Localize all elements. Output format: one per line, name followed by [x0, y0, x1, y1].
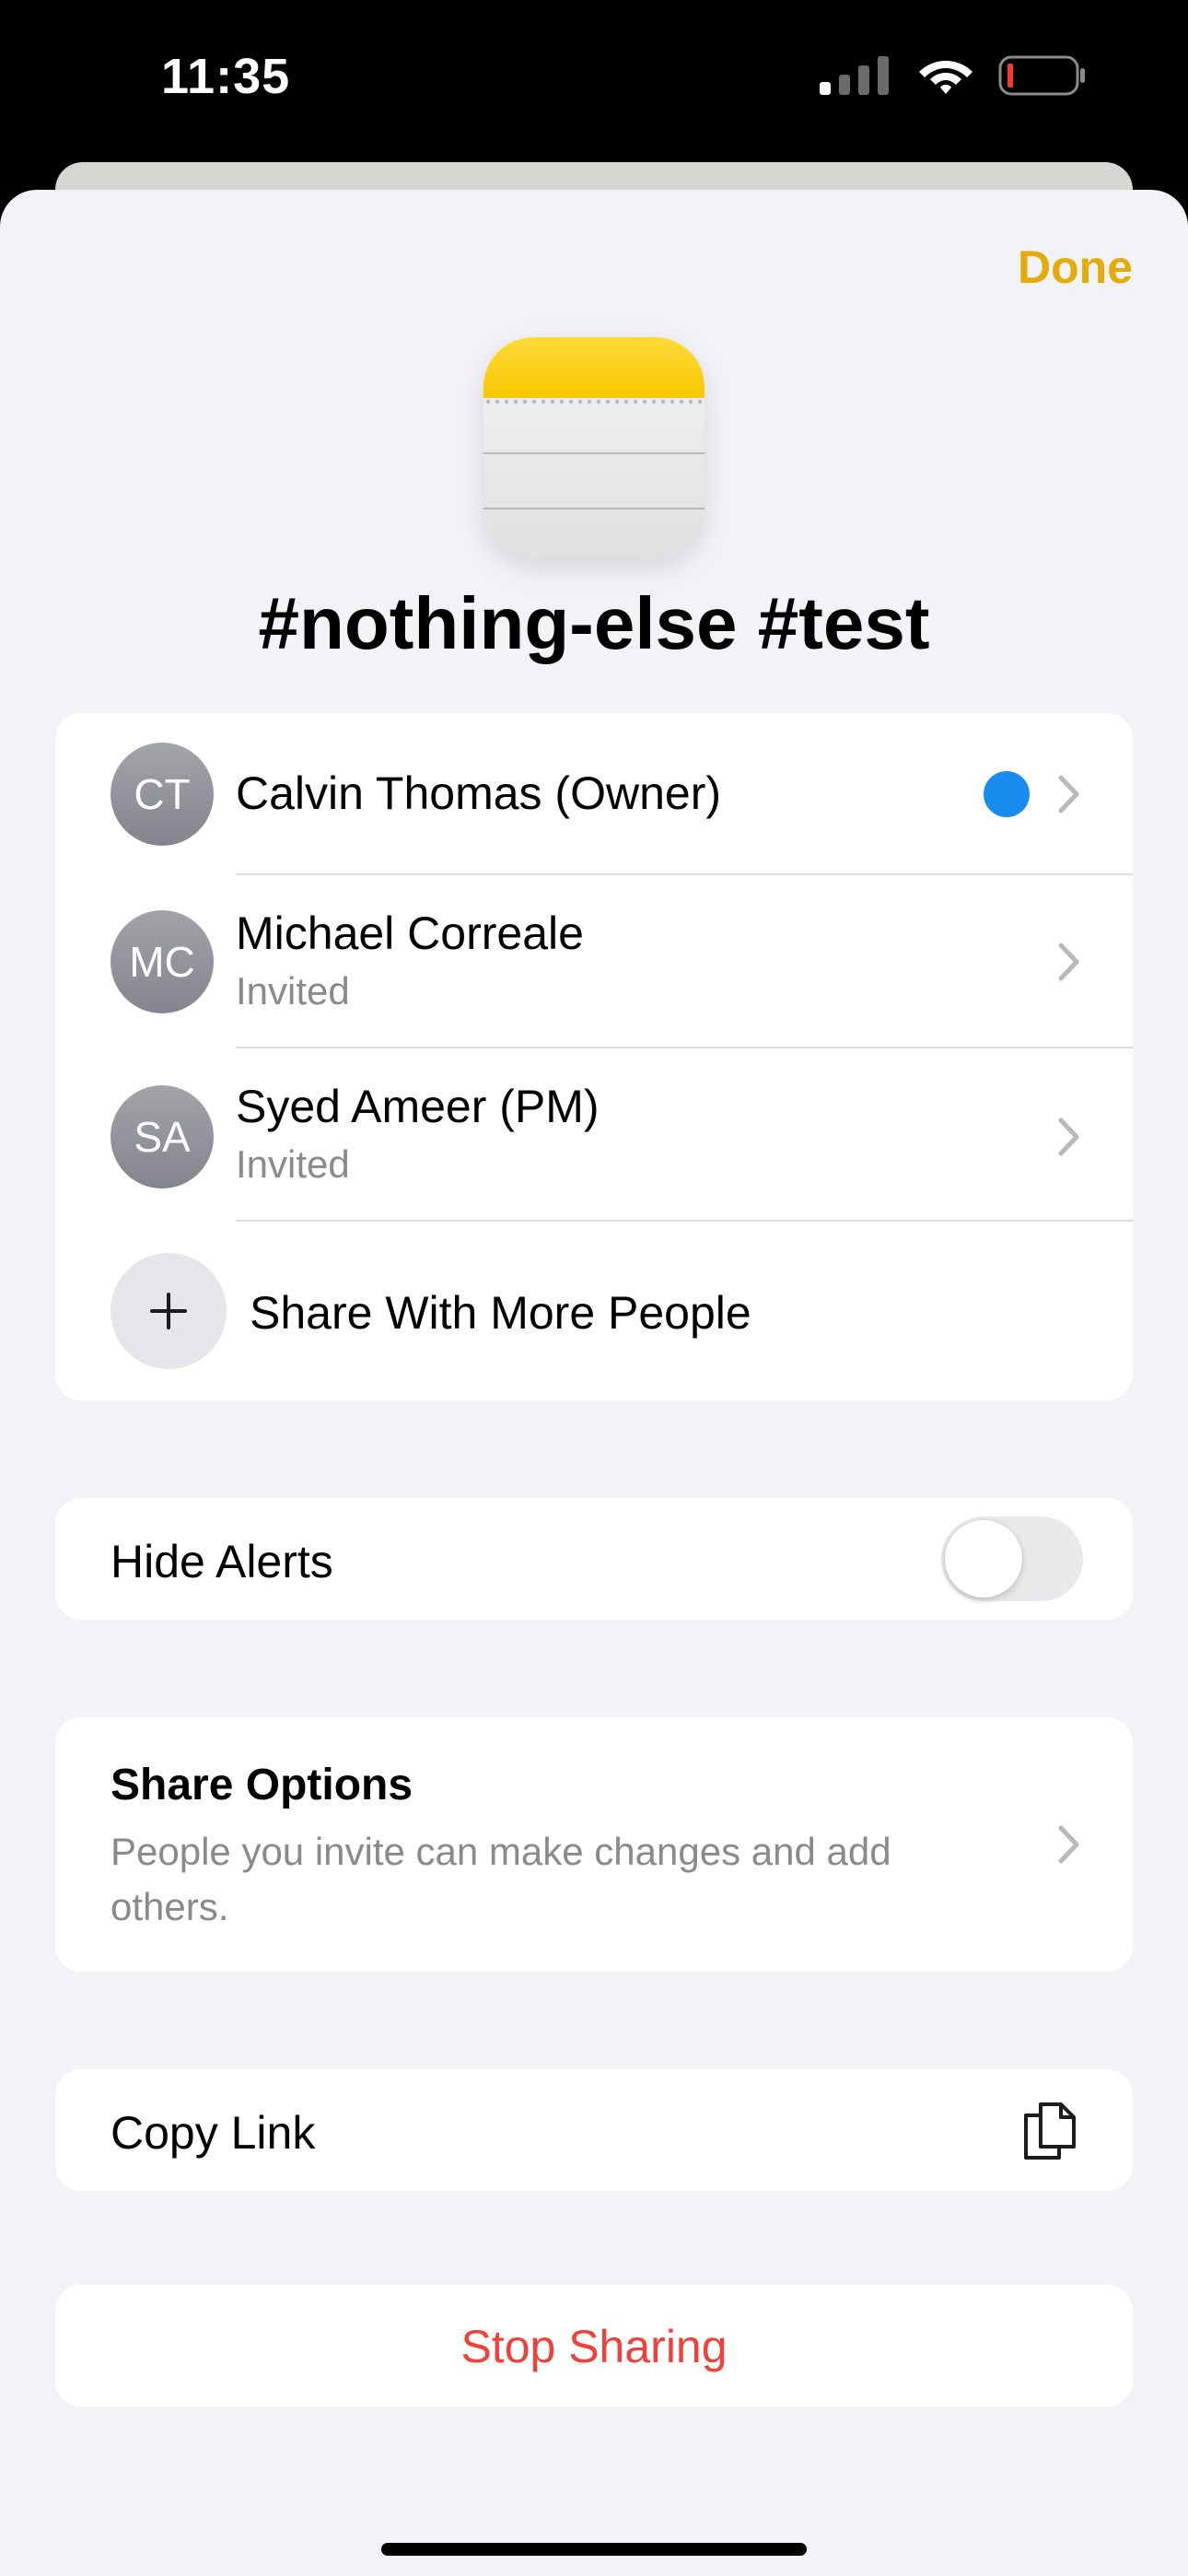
status-time: 11:35 [161, 49, 291, 104]
copy-documents-icon [1024, 2102, 1076, 2160]
copy-link-label: Copy Link [111, 2107, 316, 2159]
participants-card: CT Calvin Thomas (Owner) MC Michael Corr… [55, 713, 1133, 1400]
hide-alerts-toggle[interactable] [941, 1516, 1083, 1601]
stop-sharing-button[interactable]: Stop Sharing [55, 2285, 1133, 2406]
avatar: MC [111, 910, 214, 1013]
add-person-icon-circle [111, 1253, 227, 1369]
share-options-row[interactable]: Share Options People you invite can make… [55, 1717, 1133, 1972]
wifi-icon [919, 61, 973, 94]
participant-name: Michael Correale [236, 907, 584, 959]
notes-app-icon [483, 337, 705, 558]
participant-name: Syed Ameer (PM) [236, 1081, 600, 1132]
chevron-right-icon [1058, 1825, 1079, 1864]
hide-alerts-label: Hide Alerts [111, 1536, 333, 1587]
participant-name: Calvin Thomas (Owner) [236, 767, 722, 819]
copy-link-button[interactable]: Copy Link [55, 2069, 1133, 2191]
share-with-more-people-label: Share With More People [250, 1287, 751, 1339]
avatar: CT [111, 743, 214, 846]
participant-status: Invited [236, 969, 350, 1013]
battery-low-icon [998, 55, 1085, 96]
share-sheet: Done #nothing-else #test CT Calvin Thoma… [0, 190, 1188, 2576]
status-icons [820, 55, 1087, 96]
share-options-description: People you invite can make changes and a… [111, 1830, 891, 1928]
participant-row-michael[interactable]: MC Michael Correale Invited [55, 875, 1133, 1048]
avatar: SA [111, 1085, 214, 1188]
chevron-right-icon [1058, 943, 1079, 981]
toggle-knob [945, 1520, 1022, 1598]
cellular-signal-icon [820, 56, 889, 95]
activity-indicator-dot [984, 771, 1030, 817]
share-with-more-people-button[interactable]: Share With More People [55, 1222, 1133, 1400]
chevron-right-icon [1058, 1118, 1079, 1156]
status-bar: 11:35 [0, 0, 1188, 166]
home-indicator [381, 2543, 807, 2556]
participant-status: Invited [236, 1142, 350, 1186]
stop-sharing-label: Stop Sharing [460, 2321, 728, 2372]
plus-icon [150, 1293, 187, 1329]
chevron-right-icon [1058, 775, 1079, 814]
done-button[interactable]: Done [1018, 240, 1133, 294]
participant-row-owner[interactable]: CT Calvin Thomas (Owner) [55, 713, 1133, 875]
participant-row-syed[interactable]: SA Syed Ameer (PM) Invited [55, 1048, 1133, 1222]
hide-alerts-row: Hide Alerts [55, 1498, 1133, 1620]
note-title: #nothing-else #test [258, 582, 930, 664]
share-options-title: Share Options [111, 1761, 413, 1809]
